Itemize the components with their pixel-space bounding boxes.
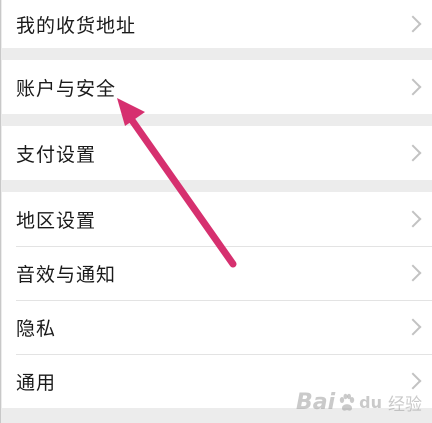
chevron-right-icon [404,372,422,390]
settings-item-label: 地区设置 [16,209,97,232]
settings-group-general: 地区设置 音效与通知 隐私 通用 [2,192,432,408]
settings-item-label: 我的收货地址 [16,14,137,37]
settings-item-sound-notification[interactable]: 音效与通知 [2,246,432,300]
chevron-right-icon [404,144,422,162]
settings-item-label: 支付设置 [16,143,97,166]
settings-group-account: 账户与安全 [2,60,432,114]
paw-icon [339,393,355,411]
watermark-brand-right: du [359,393,382,412]
settings-item-privacy[interactable]: 隐私 [2,300,432,354]
settings-item-label: 隐私 [16,317,57,340]
settings-item-shipping-address[interactable]: 我的收货地址 [2,0,432,48]
baidu-jingyan-watermark: Bai du 经验 [296,390,422,415]
settings-item-label: 音效与通知 [16,263,117,286]
chevron-right-icon [404,78,422,96]
chevron-right-icon [404,264,422,282]
chevron-right-icon [404,210,422,228]
chevron-right-icon [404,318,422,336]
watermark-brand-left: Bai [296,390,336,415]
settings-item-region[interactable]: 地区设置 [2,192,432,246]
settings-item-label: 通用 [16,371,57,394]
settings-screen: 我的收货地址 账户与安全 支付设置 地区设置 音效与通知 隐私 通用 Bai d… [0,0,432,423]
watermark-suffix: 经验 [388,395,422,415]
settings-item-label: 账户与安全 [16,77,117,100]
settings-item-account-security[interactable]: 账户与安全 [2,60,432,114]
settings-item-payment[interactable]: 支付设置 [2,126,432,180]
settings-group-address: 我的收货地址 [2,0,432,48]
chevron-right-icon [404,15,422,33]
settings-group-payment: 支付设置 [2,126,432,180]
